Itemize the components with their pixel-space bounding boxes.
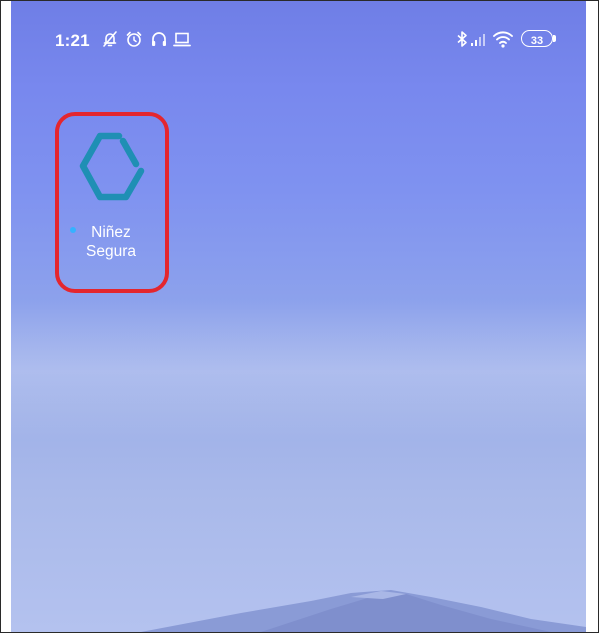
- alarm-clock-icon: [126, 31, 142, 47]
- app-label-ninez-segura[interactable]: Niñez Segura: [61, 223, 161, 261]
- app-label-line1: Niñez: [91, 224, 131, 241]
- screenshot-frame: 1:21 33 Niñez Segura: [0, 0, 599, 633]
- notifications-muted-icon: [103, 31, 117, 47]
- hexagon-logo-icon[interactable]: [73, 127, 147, 207]
- wallpaper-mountains: [141, 590, 586, 632]
- battery-tip: [553, 35, 556, 42]
- wallpaper-haze: [11, 301, 586, 441]
- status-time: 1:21: [55, 31, 90, 50]
- wifi-icon: [493, 31, 513, 48]
- laptop-icon: [173, 32, 191, 47]
- signal-icon: [471, 34, 485, 46]
- app-label-line2: Segura: [86, 243, 136, 260]
- battery-level: 33: [530, 35, 544, 47]
- headphones-icon: [152, 32, 166, 46]
- home-screen: 1:21 33 Niñez Segura: [11, 1, 586, 632]
- status-bar: 1:21 33: [11, 1, 586, 73]
- battery-icon: 33: [521, 30, 553, 47]
